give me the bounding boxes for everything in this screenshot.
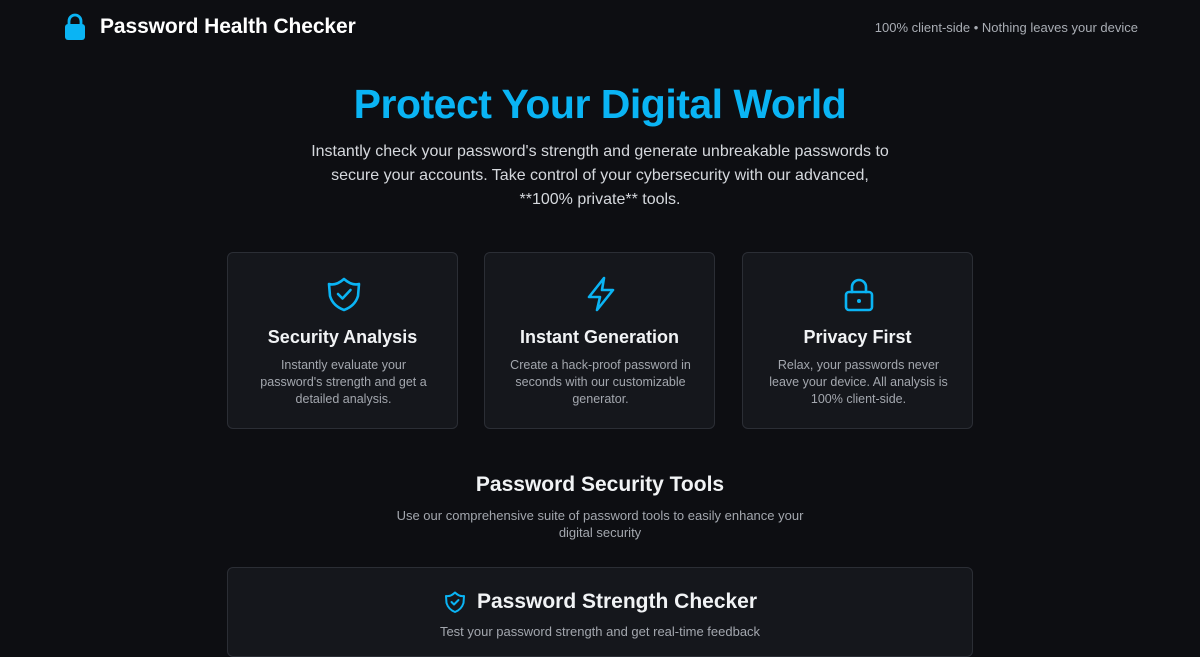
password-strength-checker-card: Password Strength Checker Test your pass… — [227, 567, 973, 657]
feature-card-privacy-first: Privacy First Relax, your passwords neve… — [742, 252, 973, 429]
app-title: Password Health Checker — [100, 15, 356, 38]
feature-title: Security Analysis — [267, 327, 418, 347]
privacy-note: 100% client-side • Nothing leaves your d… — [874, 20, 1138, 35]
feature-description: Relax, your passwords never leave your d… — [769, 358, 948, 406]
lock-icon — [65, 13, 85, 40]
shield-check-icon — [327, 277, 361, 312]
section-title: Password Security Tools — [475, 473, 725, 496]
hero-subtitle: Instantly check your password's strength… — [311, 143, 889, 208]
hero-section: Protect Your Digital World Instantly che… — [0, 78, 1200, 212]
checker-heading: Password Strength Checker — [228, 590, 972, 614]
checker-description: Test your password strength and get real… — [439, 624, 761, 639]
feature-title: Instant Generation — [519, 327, 680, 347]
shield-check-icon — [444, 591, 465, 613]
feature-card-instant-generation: Instant Generation Create a hack-proof p… — [484, 252, 715, 429]
checker-title: Password Strength Checker — [476, 590, 758, 613]
feature-description: Instantly evaluate your password's stren… — [260, 358, 427, 406]
feature-description: Create a hack-proof password in seconds … — [510, 358, 691, 406]
hero-title: Protect Your Digital World — [353, 81, 847, 127]
section-subtitle: Use our comprehensive suite of password … — [396, 508, 804, 540]
feature-title: Privacy First — [803, 327, 912, 347]
lock-icon — [844, 278, 874, 312]
app-header: Password Health Checker 100% client-side… — [0, 0, 1200, 56]
feature-cards: Security Analysis Instantly evaluate you… — [227, 252, 973, 429]
lightning-bolt-icon — [587, 276, 615, 312]
feature-card-security-analysis: Security Analysis Instantly evaluate you… — [227, 252, 458, 429]
tools-section: Password Security Tools Use our comprehe… — [0, 471, 1200, 541]
brand[interactable]: Password Health Checker — [64, 13, 356, 41]
